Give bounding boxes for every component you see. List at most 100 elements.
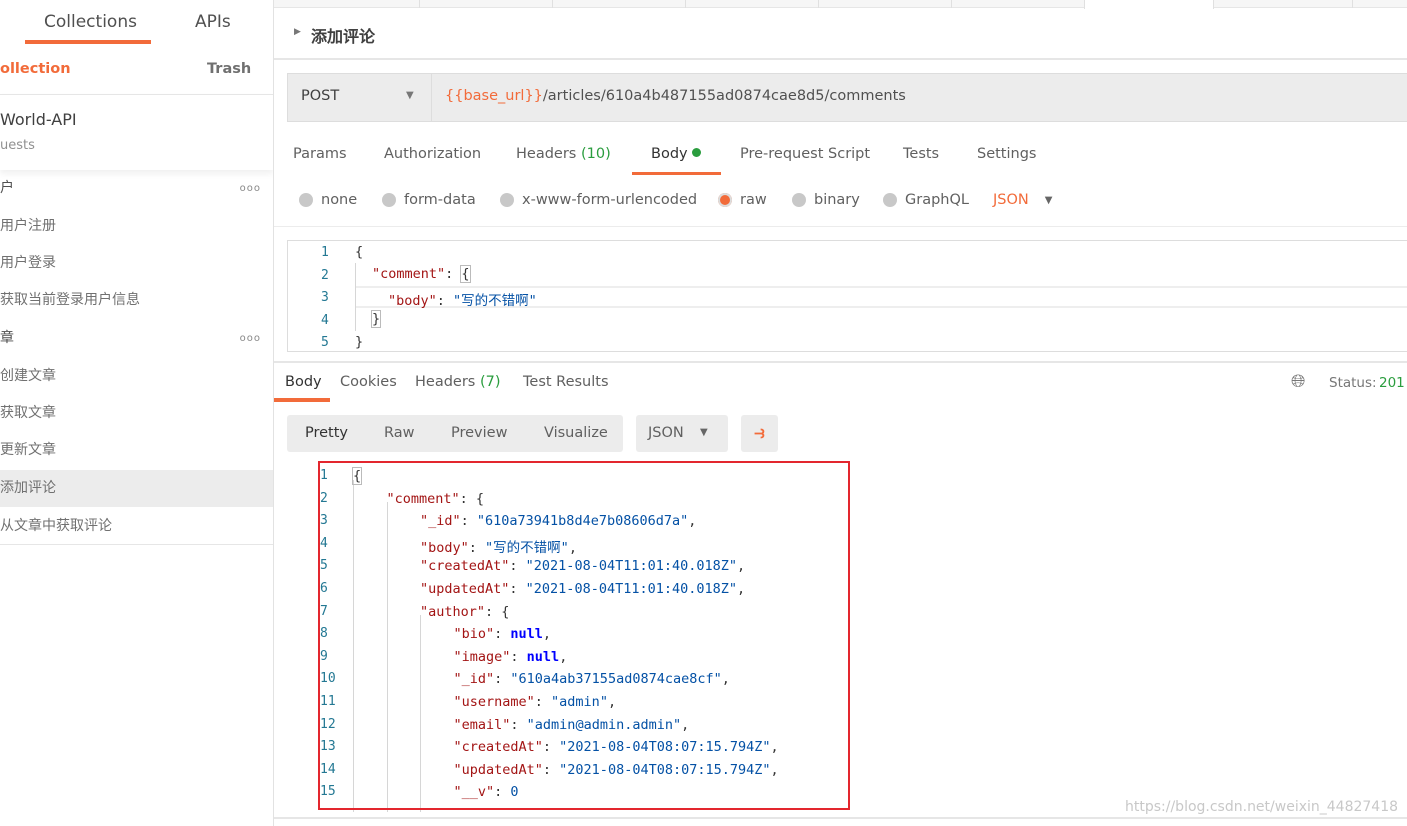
headers-count: (7) bbox=[479, 374, 501, 390]
sidebar-request[interactable]: 用户注册 bbox=[0, 208, 273, 245]
format-value: JSON bbox=[648, 425, 684, 441]
code-line: "comment": { bbox=[372, 265, 471, 283]
radio-x-www-form-urlencoded[interactable]: x-www-form-urlencoded bbox=[500, 192, 697, 208]
view-pretty[interactable]: Pretty bbox=[305, 425, 348, 441]
sidebar-request[interactable]: 更新文章 bbox=[0, 432, 273, 469]
divider bbox=[274, 226, 1407, 227]
sidebar-request[interactable]: 获取当前登录用户信息 bbox=[0, 282, 273, 319]
sidebar-item-label: 用户登录 bbox=[0, 255, 56, 271]
divider bbox=[274, 58, 1407, 60]
radio-icon bbox=[883, 193, 897, 207]
tab-authorization[interactable]: Authorization bbox=[384, 146, 481, 162]
globe-icon[interactable]: 🌐︎ bbox=[1291, 371, 1305, 392]
sidebar-request[interactable]: 获取文章 bbox=[0, 395, 273, 432]
body-format-select[interactable]: JSON ▼ bbox=[993, 192, 1052, 208]
sidebar-item-label: 更新文章 bbox=[0, 442, 56, 458]
active-tab-indicator bbox=[274, 398, 330, 402]
sidebar-request[interactable]: 创建文章 bbox=[0, 358, 273, 395]
request-tab-strip bbox=[274, 0, 1407, 9]
code-line: } bbox=[370, 310, 382, 328]
sidebar-folder[interactable]: 户 ooo bbox=[0, 170, 273, 207]
sidebar-request[interactable]: 用户登录 bbox=[0, 245, 273, 282]
tab-params[interactable]: Params bbox=[293, 146, 347, 162]
url-variable: {{base_url}} bbox=[445, 88, 543, 104]
code-line: "body": "写的不错啊" bbox=[388, 293, 537, 309]
status-label: Status: bbox=[1329, 375, 1377, 391]
response-tab-test-results[interactable]: Test Results bbox=[523, 374, 609, 390]
collapse-caret-icon[interactable]: ▶ bbox=[294, 27, 301, 37]
active-tab-indicator bbox=[25, 40, 151, 44]
sidebar-item-label: 用户注册 bbox=[0, 218, 56, 234]
tab-apis[interactable]: APIs bbox=[195, 12, 231, 32]
new-collection-button[interactable]: ollection bbox=[0, 61, 71, 77]
highlight-box bbox=[318, 461, 850, 810]
sidebar-item-label: 获取文章 bbox=[0, 405, 56, 421]
request-name[interactable]: 添加评论 bbox=[311, 23, 375, 47]
radio-label: x-www-form-urlencoded bbox=[522, 192, 698, 208]
request-body-editor[interactable]: 1 2 3 4 5 { "comment": { "body": "写的不错啊" } } bbox=[287, 240, 1407, 352]
view-visualize[interactable]: Visualize bbox=[544, 425, 608, 441]
trash-button[interactable]: Trash bbox=[207, 61, 251, 77]
more-options-icon[interactable]: ooo bbox=[240, 320, 261, 357]
sidebar-item-label: 章 bbox=[0, 330, 14, 346]
sidebar-item-label: 创建文章 bbox=[0, 368, 56, 384]
method-value: POST bbox=[301, 88, 340, 104]
radio-raw[interactable]: raw bbox=[718, 192, 767, 208]
format-value: JSON bbox=[993, 192, 1029, 208]
radio-none[interactable]: none bbox=[299, 192, 357, 208]
tab-settings[interactable]: Settings bbox=[977, 146, 1036, 162]
radio-label: form-data bbox=[404, 192, 476, 208]
method-select[interactable]: POST ▼ bbox=[288, 74, 432, 121]
wrap-lines-button[interactable]: ⥽ bbox=[741, 415, 778, 452]
sidebar-item-label: 添加评论 bbox=[0, 480, 56, 496]
tab-headers[interactable]: Headers (10) bbox=[516, 146, 611, 162]
chevron-down-icon: ▼ bbox=[700, 427, 708, 438]
sidebar-item-label: 从文章中获取评论 bbox=[0, 518, 112, 534]
more-options-icon[interactable]: ooo bbox=[240, 170, 261, 207]
tab-collections[interactable]: Collections bbox=[44, 12, 137, 32]
url-input[interactable]: {{base_url}}/articles/610a4b487155ad0874… bbox=[445, 88, 906, 104]
tab-body[interactable]: Body bbox=[651, 146, 702, 162]
sidebar-folder[interactable]: 章 ooo bbox=[0, 320, 273, 357]
sidebar-item-label: 户 bbox=[0, 180, 14, 196]
tab-label: Headers bbox=[516, 146, 577, 162]
chevron-down-icon: ▼ bbox=[406, 90, 414, 101]
response-view-switcher: Pretty Raw Preview Visualize bbox=[287, 415, 623, 452]
tab-pre-request-script[interactable]: Pre-request Script bbox=[740, 146, 870, 162]
radio-graphql[interactable]: GraphQL bbox=[883, 192, 969, 208]
line-number: 3 bbox=[321, 290, 329, 305]
response-tab-headers[interactable]: Headers (7) bbox=[415, 374, 501, 390]
divider bbox=[274, 361, 1407, 363]
collection-request-count: uests bbox=[0, 138, 35, 153]
radio-label: binary bbox=[814, 192, 860, 208]
tab-tests[interactable]: Tests bbox=[903, 146, 939, 162]
response-tab-cookies[interactable]: Cookies bbox=[340, 374, 397, 390]
radio-label: none bbox=[321, 192, 358, 208]
radio-icon bbox=[299, 193, 313, 207]
collection-header[interactable]: World-API uests bbox=[0, 94, 273, 170]
collection-name: World-API bbox=[0, 110, 77, 129]
active-tab-indicator bbox=[632, 172, 721, 175]
response-format-select[interactable]: JSON ▼ bbox=[636, 415, 728, 452]
modified-dot-icon bbox=[692, 148, 702, 157]
sidebar-item-label: 获取当前登录用户信息 bbox=[0, 292, 140, 308]
sidebar-request[interactable]: 添加评论 bbox=[0, 470, 273, 507]
headers-count: (10) bbox=[580, 146, 611, 162]
chevron-down-icon: ▼ bbox=[1044, 194, 1053, 206]
url-bar: POST ▼ {{base_url}}/articles/610a4b48715… bbox=[287, 73, 1407, 122]
radio-binary[interactable]: binary bbox=[792, 192, 860, 208]
tab-label: Body bbox=[651, 146, 688, 162]
divider bbox=[274, 817, 1407, 819]
sidebar-request[interactable]: 从文章中获取评论 bbox=[0, 508, 273, 545]
view-preview[interactable]: Preview bbox=[451, 425, 507, 441]
code-line: } bbox=[355, 334, 364, 350]
status-value: 201 bbox=[1379, 375, 1405, 391]
watermark: https://blog.csdn.net/weixin_44827418 bbox=[1125, 799, 1399, 815]
radio-icon bbox=[500, 193, 514, 207]
radio-selected-icon bbox=[718, 193, 732, 207]
radio-form-data[interactable]: form-data bbox=[382, 192, 476, 208]
response-tab-body[interactable]: Body bbox=[285, 374, 322, 390]
line-number: 2 bbox=[321, 267, 329, 283]
view-raw[interactable]: Raw bbox=[384, 425, 415, 441]
radio-label: raw bbox=[740, 192, 767, 208]
